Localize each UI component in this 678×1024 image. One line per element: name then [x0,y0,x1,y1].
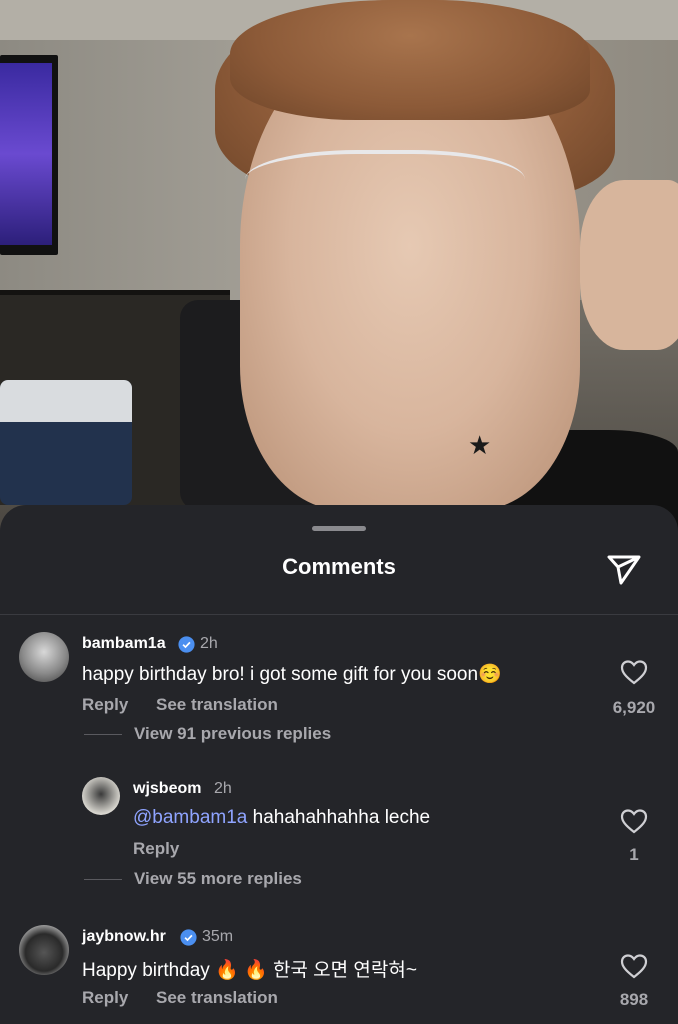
comment-time: 2h [200,635,218,652]
view-replies-button[interactable]: View 91 previous replies [134,724,331,744]
comment-time: 35m [202,928,234,945]
comment-text: Happy birthday 🔥 🔥 한국 오면 연락혀~ [82,960,417,981]
comment-text: @bambam1a hahahahhahha leche [133,807,430,829]
like-heart-icon[interactable] [620,808,648,834]
tv-screen [0,55,58,255]
like-heart-icon[interactable] [620,659,648,685]
comment-username[interactable]: bambam1a [82,635,166,653]
like-count: 6,920 [612,698,656,717]
reply-button[interactable]: Reply [82,988,128,1008]
comment-body: hahahahhahha leche [252,807,431,828]
like-count: 1 [629,845,639,864]
share-icon[interactable] [604,548,644,588]
view-replies-line [84,879,122,880]
avatar[interactable] [19,632,69,682]
comments-sheet: Comments bambam1a 2h happy birthday bro!… [0,505,678,1024]
divider [0,614,678,615]
post-photo: ★ [0,0,678,540]
view-replies-button[interactable]: View 55 more replies [134,869,302,889]
comment-time: 2h [214,780,232,797]
verified-badge-icon [180,929,197,946]
sheet-title: Comments [282,554,396,579]
comment-text: happy birthday bro! i got some gift for … [82,664,502,685]
see-translation-button[interactable]: See translation [156,988,278,1008]
avatar[interactable] [82,777,120,815]
avatar[interactable] [19,925,69,975]
verified-badge-icon [178,636,195,653]
view-replies-line [84,734,122,735]
comment-username[interactable]: wjsbeom [133,780,201,798]
star-tattoo: ★ [468,430,492,460]
like-heart-icon[interactable] [620,953,648,979]
drag-handle[interactable] [312,526,366,531]
mention-link[interactable]: @bambam1a [133,807,247,828]
reply-button[interactable]: Reply [133,839,179,859]
like-count: 898 [619,990,649,1009]
comment-username[interactable]: jaybnow.hr [82,928,166,946]
reply-button[interactable]: Reply [82,695,128,715]
glasses [245,150,525,224]
see-translation-button[interactable]: See translation [156,695,278,715]
